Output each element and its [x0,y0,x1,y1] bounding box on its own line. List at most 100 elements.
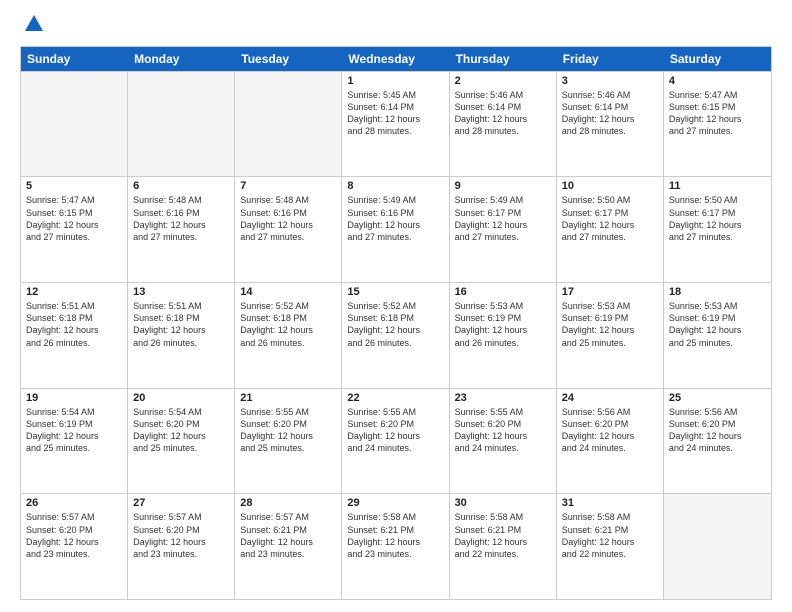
calendar-row: 12 Sunrise: 5:51 AM Sunset: 6:18 PM Dayli… [21,282,771,388]
day-number: 10 [562,180,658,192]
day-number: 28 [240,497,336,509]
day-number: 19 [26,392,122,404]
day-number: 12 [26,286,122,298]
calendar-cell: 31 Sunrise: 5:58 AM Sunset: 6:21 PM Dayli… [557,494,664,599]
day-number: 3 [562,75,658,87]
day-info: Sunrise: 5:49 AM Sunset: 6:16 PM Dayligh… [347,194,443,243]
calendar-cell: 10 Sunrise: 5:50 AM Sunset: 6:17 PM Dayli… [557,177,664,282]
calendar-cell: 24Sunrise: 5:56 AM Sunset: 6:20 PM Dayli… [557,389,664,494]
day-number: 23 [455,392,551,404]
calendar-cell: 23 Sunrise: 5:55 AM Sunset: 6:20 PM Dayli… [450,389,557,494]
calendar-cell: 8 Sunrise: 5:49 AM Sunset: 6:16 PM Daylig… [342,177,449,282]
calendar-cell: 25Sunrise: 5:56 AM Sunset: 6:20 PM Dayli… [664,389,771,494]
calendar-row: 19 Sunrise: 5:54 AM Sunset: 6:19 PM Dayli… [21,388,771,494]
day-number: 16 [455,286,551,298]
calendar-cell: 26 Sunrise: 5:57 AM Sunset: 6:20 PM Dayli… [21,494,128,599]
day-number: 17 [562,286,658,298]
day-number: 26 [26,497,122,509]
calendar-row: 26 Sunrise: 5:57 AM Sunset: 6:20 PM Dayli… [21,493,771,599]
day-number: 6 [133,180,229,192]
day-info: Sunrise: 5:57 AM Sunset: 6:21 PM Dayligh… [240,511,336,560]
calendar-cell [235,72,342,177]
weekday-header: Monday [128,47,235,71]
day-info: Sunrise: 5:58 AM Sunset: 6:21 PM Dayligh… [347,511,443,560]
calendar-cell: 27Sunrise: 5:57 AM Sunset: 6:20 PM Dayli… [128,494,235,599]
weekday-header: Sunday [21,47,128,71]
calendar-row: 5 Sunrise: 5:47 AM Sunset: 6:15 PM Daylig… [21,176,771,282]
day-info: Sunrise: 5:46 AM Sunset: 6:14 PM Dayligh… [562,89,658,138]
calendar-cell: 3 Sunrise: 5:46 AM Sunset: 6:14 PM Daylig… [557,72,664,177]
day-info: Sunrise: 5:50 AM Sunset: 6:17 PM Dayligh… [562,194,658,243]
calendar-cell: 6 Sunrise: 5:48 AM Sunset: 6:16 PM Daylig… [128,177,235,282]
calendar-cell: 7 Sunrise: 5:48 AM Sunset: 6:16 PM Daylig… [235,177,342,282]
calendar: SundayMondayTuesdayWednesdayThursdayFrid… [20,46,772,600]
day-number: 22 [347,392,443,404]
day-info: Sunrise: 5:46 AM Sunset: 6:14 PM Dayligh… [455,89,551,138]
day-number: 8 [347,180,443,192]
calendar-cell: 13 Sunrise: 5:51 AM Sunset: 6:18 PM Dayli… [128,283,235,388]
day-info: Sunrise: 5:51 AM Sunset: 6:18 PM Dayligh… [26,300,122,349]
day-number: 30 [455,497,551,509]
day-number: 31 [562,497,658,509]
day-info: Sunrise: 5:47 AM Sunset: 6:15 PM Dayligh… [26,194,122,243]
calendar-cell: 30 Sunrise: 5:58 AM Sunset: 6:21 PM Dayli… [450,494,557,599]
day-number: 25 [669,392,766,404]
day-info: Sunrise: 5:55 AM Sunset: 6:20 PM Dayligh… [240,406,336,455]
day-info: Sunrise: 5:57 AM Sunset: 6:20 PM Dayligh… [26,511,122,560]
weekday-header: Wednesday [342,47,449,71]
day-info: Sunrise: 5:49 AM Sunset: 6:17 PM Dayligh… [455,194,551,243]
calendar-cell: 21Sunrise: 5:55 AM Sunset: 6:20 PM Dayli… [235,389,342,494]
logo [20,18,45,38]
calendar-cell: 12 Sunrise: 5:51 AM Sunset: 6:18 PM Dayli… [21,283,128,388]
day-number: 1 [347,75,443,87]
calendar-cell: 15 Sunrise: 5:52 AM Sunset: 6:18 PM Dayli… [342,283,449,388]
day-number: 13 [133,286,229,298]
calendar-cell: 28 Sunrise: 5:57 AM Sunset: 6:21 PM Dayli… [235,494,342,599]
logo-icon [23,13,45,35]
day-number: 20 [133,392,229,404]
day-info: Sunrise: 5:55 AM Sunset: 6:20 PM Dayligh… [455,406,551,455]
calendar-cell: 11 Sunrise: 5:50 AM Sunset: 6:17 PM Dayli… [664,177,771,282]
day-info: Sunrise: 5:52 AM Sunset: 6:18 PM Dayligh… [347,300,443,349]
calendar-cell: 20Sunrise: 5:54 AM Sunset: 6:20 PM Dayli… [128,389,235,494]
day-info: Sunrise: 5:48 AM Sunset: 6:16 PM Dayligh… [240,194,336,243]
calendar-cell: 16Sunrise: 5:53 AM Sunset: 6:19 PM Dayli… [450,283,557,388]
day-number: 9 [455,180,551,192]
calendar-cell [664,494,771,599]
day-number: 18 [669,286,766,298]
day-info: Sunrise: 5:51 AM Sunset: 6:18 PM Dayligh… [133,300,229,349]
day-info: Sunrise: 5:50 AM Sunset: 6:17 PM Dayligh… [669,194,766,243]
day-number: 5 [26,180,122,192]
day-info: Sunrise: 5:55 AM Sunset: 6:20 PM Dayligh… [347,406,443,455]
weekday-header: Tuesday [235,47,342,71]
day-info: Sunrise: 5:47 AM Sunset: 6:15 PM Dayligh… [669,89,766,138]
day-number: 7 [240,180,336,192]
day-info: Sunrise: 5:48 AM Sunset: 6:16 PM Dayligh… [133,194,229,243]
day-number: 11 [669,180,766,192]
page: SundayMondayTuesdayWednesdayThursdayFrid… [0,0,792,612]
day-number: 15 [347,286,443,298]
calendar-cell: 1Sunrise: 5:45 AM Sunset: 6:14 PM Daylig… [342,72,449,177]
day-info: Sunrise: 5:54 AM Sunset: 6:19 PM Dayligh… [26,406,122,455]
calendar-cell: 29 Sunrise: 5:58 AM Sunset: 6:21 PM Dayli… [342,494,449,599]
day-number: 29 [347,497,443,509]
calendar-cell: 18 Sunrise: 5:53 AM Sunset: 6:19 PM Dayli… [664,283,771,388]
calendar-cell: 14Sunrise: 5:52 AM Sunset: 6:18 PM Dayli… [235,283,342,388]
calendar-cell [21,72,128,177]
day-info: Sunrise: 5:58 AM Sunset: 6:21 PM Dayligh… [562,511,658,560]
day-info: Sunrise: 5:58 AM Sunset: 6:21 PM Dayligh… [455,511,551,560]
weekday-header: Friday [557,47,664,71]
day-number: 14 [240,286,336,298]
calendar-cell: 9 Sunrise: 5:49 AM Sunset: 6:17 PM Daylig… [450,177,557,282]
calendar-cell: 22 Sunrise: 5:55 AM Sunset: 6:20 PM Dayli… [342,389,449,494]
weekday-header: Thursday [450,47,557,71]
calendar-header: SundayMondayTuesdayWednesdayThursdayFrid… [21,47,771,71]
day-number: 2 [455,75,551,87]
day-info: Sunrise: 5:53 AM Sunset: 6:19 PM Dayligh… [669,300,766,349]
day-number: 27 [133,497,229,509]
day-number: 4 [669,75,766,87]
weekday-header: Saturday [664,47,771,71]
calendar-cell [128,72,235,177]
header [20,18,772,38]
calendar-cell: 17Sunrise: 5:53 AM Sunset: 6:19 PM Dayli… [557,283,664,388]
